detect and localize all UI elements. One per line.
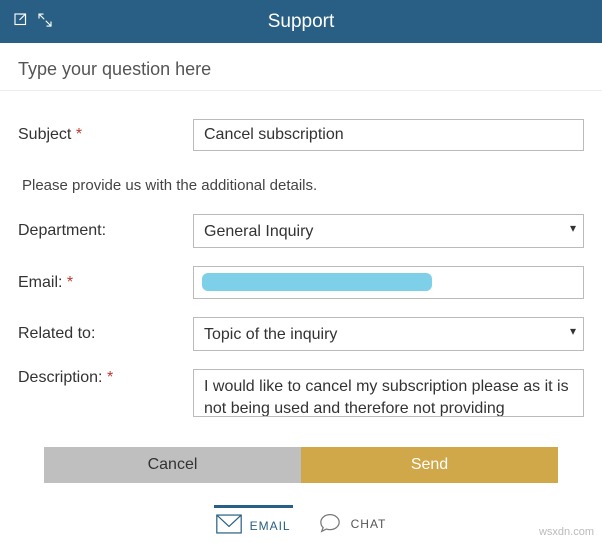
tab-email-label: EMAIL <box>250 519 291 533</box>
related-to-label: Related to: <box>18 325 193 343</box>
tab-chat-label: CHAT <box>351 517 387 531</box>
question-input[interactable]: Type your question here <box>0 43 602 91</box>
tab-email[interactable]: EMAIL <box>214 505 293 543</box>
description-textarea[interactable] <box>193 369 584 417</box>
instruction-text: Please provide us with the additional de… <box>18 169 584 196</box>
tab-chat[interactable]: CHAT <box>315 507 389 542</box>
chat-icon <box>317 513 343 536</box>
email-label: Email: * <box>18 274 193 292</box>
header-bar: Support <box>0 0 602 43</box>
department-select[interactable]: General Inquiry <box>193 214 584 248</box>
expand-icon[interactable] <box>36 11 54 33</box>
popout-icon[interactable] <box>12 11 30 33</box>
email-icon <box>216 514 242 537</box>
description-label: Description: * <box>18 369 193 387</box>
cancel-button[interactable]: Cancel <box>44 447 301 483</box>
subject-input[interactable] <box>193 119 584 151</box>
page-title: Support <box>0 11 602 33</box>
department-label: Department: <box>18 222 193 240</box>
watermark: wsxdn.com <box>539 526 594 538</box>
subject-label: Subject * <box>18 126 193 144</box>
send-button[interactable]: Send <box>301 447 558 483</box>
email-input[interactable] <box>193 266 584 299</box>
email-redacted <box>202 273 432 291</box>
related-to-select[interactable]: Topic of the inquiry <box>193 317 584 351</box>
